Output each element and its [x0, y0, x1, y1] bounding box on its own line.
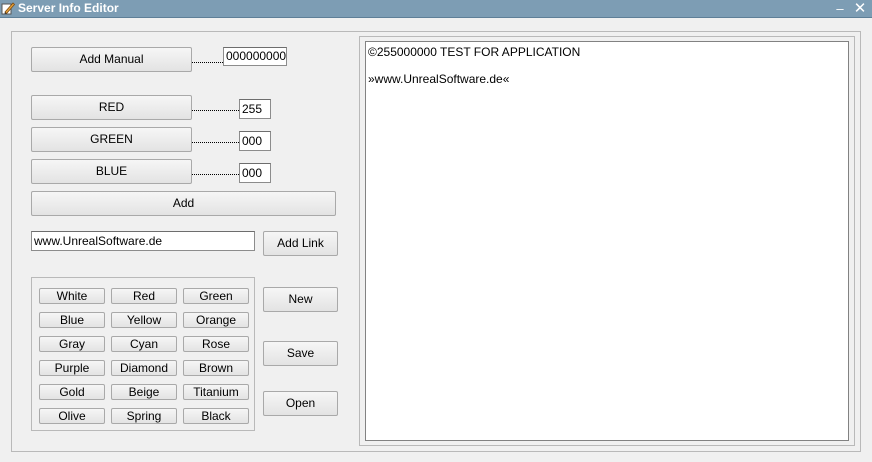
green-value-input[interactable]: 000 — [239, 131, 271, 151]
link-input[interactable]: www.UnrealSoftware.de — [31, 231, 255, 251]
add-manual-button[interactable]: Add Manual — [31, 47, 192, 72]
connector-line — [192, 62, 223, 63]
color-button-blue[interactable]: Blue — [39, 312, 105, 328]
color-button-diamond[interactable]: Diamond — [111, 360, 177, 376]
color-button-spring[interactable]: Spring — [111, 408, 177, 424]
green-button[interactable]: GREEN — [31, 127, 192, 152]
color-button-red[interactable]: Red — [111, 288, 177, 304]
blue-value-input[interactable]: 000 — [239, 163, 271, 183]
color-button-orange[interactable]: Orange — [183, 312, 249, 328]
connector-line — [192, 174, 239, 175]
color-button-white[interactable]: White — [39, 288, 105, 304]
color-button-rose[interactable]: Rose — [183, 336, 249, 352]
manual-code-input[interactable]: 000000000 — [223, 47, 287, 66]
title-bar[interactable]: Server Info Editor – ✕ — [0, 0, 872, 18]
color-button-olive[interactable]: Olive — [39, 408, 105, 424]
preview-line: ©255000000 TEST FOR APPLICATION — [368, 45, 581, 59]
new-button[interactable]: New — [263, 287, 338, 312]
color-button-yellow[interactable]: Yellow — [111, 312, 177, 328]
pencil-icon — [1, 2, 15, 15]
window-title: Server Info Editor — [18, 1, 119, 15]
minimize-button[interactable]: – — [832, 0, 848, 17]
close-button[interactable]: ✕ — [852, 0, 868, 17]
color-button-cyan[interactable]: Cyan — [111, 336, 177, 352]
color-button-purple[interactable]: Purple — [39, 360, 105, 376]
blue-button[interactable]: BLUE — [31, 159, 192, 184]
color-button-beige[interactable]: Beige — [111, 384, 177, 400]
preview-line: »www.UnrealSoftware.de« — [368, 72, 510, 86]
connector-line — [192, 110, 239, 111]
color-button-brown[interactable]: Brown — [183, 360, 249, 376]
red-button[interactable]: RED — [31, 95, 192, 120]
add-link-button[interactable]: Add Link — [263, 231, 338, 256]
color-button-gold[interactable]: Gold — [39, 384, 105, 400]
color-button-green[interactable]: Green — [183, 288, 249, 304]
open-button[interactable]: Open — [263, 391, 338, 416]
color-button-black[interactable]: Black — [183, 408, 249, 424]
color-button-gray[interactable]: Gray — [39, 336, 105, 352]
save-button[interactable]: Save — [263, 341, 338, 366]
add-button[interactable]: Add — [31, 191, 336, 216]
color-button-titanium[interactable]: Titanium — [183, 384, 249, 400]
preview-textarea[interactable]: ©255000000 TEST FOR APPLICATION »www.Unr… — [365, 41, 849, 441]
connector-line — [192, 142, 239, 143]
red-value-input[interactable]: 255 — [239, 99, 271, 119]
